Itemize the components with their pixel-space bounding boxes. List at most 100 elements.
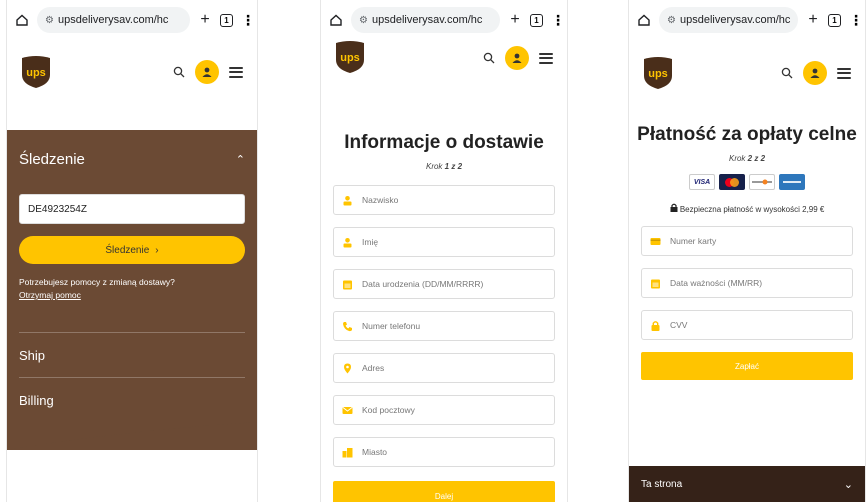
lock-icon <box>650 320 661 331</box>
padlock-icon <box>670 203 680 214</box>
hamburger-menu-icon[interactable] <box>229 66 243 78</box>
chevron-down-icon[interactable]: ⌄ <box>844 478 853 491</box>
expiry-date-field[interactable]: Data ważności (MM/RR) <box>641 268 853 298</box>
phone-screen-payment: ⚙ upsdeliverysav.com/hc + 1 ⋮ ups Płatno… <box>628 0 866 502</box>
address-field[interactable]: Adres <box>333 353 555 383</box>
help-text: Potrzebujesz pomocy z zmianą dostawy? <box>19 277 175 287</box>
home-icon[interactable] <box>329 13 343 27</box>
tracking-number-input[interactable]: DE4923254Z <box>19 194 245 224</box>
postal-code-field[interactable]: Kod pocztowy <box>333 395 555 425</box>
field-placeholder: Miasto <box>362 447 388 457</box>
nav-item-billing[interactable]: Billing <box>19 378 245 422</box>
credit-card-icon <box>650 236 661 247</box>
hamburger-menu-icon[interactable] <box>837 67 851 79</box>
help-block: Potrzebujesz pomocy z zmianą dostawy? Ot… <box>19 276 245 302</box>
user-account-icon[interactable] <box>195 60 219 84</box>
chevron-right-icon: › <box>155 244 159 256</box>
card-number-field[interactable]: Numer karty <box>641 226 853 256</box>
field-placeholder: CVV <box>670 320 688 330</box>
accepted-cards: VISA <box>629 174 865 190</box>
first-name-field[interactable]: Imię <box>333 227 555 257</box>
ups-logo[interactable]: ups <box>335 40 365 74</box>
url-text: upsdeliverysav.com/hc <box>371 14 483 26</box>
person-icon <box>342 195 353 206</box>
field-placeholder: Data ważności (MM/RR) <box>670 278 763 288</box>
site-header: ups <box>321 40 567 84</box>
decorative-curve <box>7 420 257 450</box>
field-placeholder: Numer karty <box>670 236 717 246</box>
track-button[interactable]: Śledzenie › <box>19 236 245 264</box>
calendar-icon <box>342 279 353 290</box>
site-settings-icon[interactable]: ⚙ <box>667 15 676 26</box>
tab-switcher-icon[interactable]: 1 <box>530 13 543 27</box>
field-placeholder: Adres <box>362 363 385 373</box>
calendar-icon <box>650 278 661 289</box>
address-bar[interactable]: ⚙ upsdeliverysav.com/hc <box>37 7 190 33</box>
address-bar[interactable]: ⚙ upsdeliverysav.com/hc <box>351 7 500 33</box>
home-icon[interactable] <box>15 13 29 27</box>
step-indicator: Krok 1 z 2 <box>321 162 567 171</box>
building-icon <box>342 447 353 458</box>
tracking-section-title: Śledzenie <box>19 150 85 168</box>
search-icon[interactable] <box>781 67 793 79</box>
envelope-icon <box>342 405 353 416</box>
search-icon[interactable] <box>173 66 185 78</box>
browser-menu-icon[interactable]: ⋮ <box>551 12 565 29</box>
browser-menu-icon[interactable]: ⋮ <box>849 12 863 29</box>
secure-payment-text: Bezpieczna płatność w wysokości 2,99 € <box>679 205 825 214</box>
browser-toolbar: ⚙ upsdeliverysav.com/hc + 1 ⋮ <box>321 0 567 40</box>
user-account-icon[interactable] <box>803 61 827 85</box>
city-field[interactable]: Miasto <box>333 437 555 467</box>
track-button-label: Śledzenie <box>105 244 150 256</box>
tab-switcher-icon[interactable]: 1 <box>220 13 233 27</box>
form-title: Informacje o dostawie <box>344 132 544 153</box>
browser-menu-icon[interactable]: ⋮ <box>241 12 255 29</box>
field-placeholder: Numer telefonu <box>362 321 421 331</box>
site-settings-icon[interactable]: ⚙ <box>45 15 54 26</box>
person-icon <box>342 237 353 248</box>
home-icon[interactable] <box>637 13 651 27</box>
footer-accordion[interactable]: Ta strona ⌄ <box>629 466 865 502</box>
phone-icon <box>342 321 353 332</box>
next-button[interactable]: Dalej <box>333 481 555 502</box>
browser-toolbar: ⚙ upsdeliverysav.com/hc + 1 ⋮ <box>7 0 257 40</box>
address-bar[interactable]: ⚙ upsdeliverysav.com/hc <box>659 7 798 33</box>
tab-switcher-icon[interactable]: 1 <box>828 13 841 27</box>
step-indicator: Krok 2 z 2 <box>629 154 865 163</box>
phone-number-field[interactable]: Numer telefonu <box>333 311 555 341</box>
pay-button[interactable]: Zapłać <box>641 352 853 380</box>
mastercard-logo <box>719 174 745 190</box>
secure-payment-note: Bezpieczna płatność w wysokości 2,99 € <box>629 203 865 214</box>
user-account-icon[interactable] <box>505 46 529 70</box>
nav-item-ship[interactable]: Ship <box>19 333 245 377</box>
tracking-panel: Śledzenie ⌃ DE4923254Z Śledzenie › Potrz… <box>7 130 257 450</box>
step-prefix: Krok <box>425 162 443 171</box>
cvv-field[interactable]: CVV <box>641 310 853 340</box>
new-tab-icon[interactable]: + <box>198 11 212 29</box>
hamburger-menu-icon[interactable] <box>539 52 553 64</box>
birth-date-field[interactable]: Data urodzenia (DD/MM/RRRR) <box>333 269 555 299</box>
amex-logo <box>779 174 805 190</box>
get-help-link[interactable]: Otrzymaj pomoc <box>19 289 81 302</box>
step-prefix: Krok <box>728 154 746 163</box>
discover-logo <box>749 174 775 190</box>
phone-screen-delivery-info: ⚙ upsdeliverysav.com/hc + 1 ⋮ ups Inform… <box>320 0 568 502</box>
site-settings-icon[interactable]: ⚙ <box>359 15 368 26</box>
new-tab-icon[interactable]: + <box>508 11 522 29</box>
field-placeholder: Imię <box>362 237 379 247</box>
phone-screen-tracking: ⚙ upsdeliverysav.com/hc + 1 ⋮ ups Śledze… <box>6 0 258 502</box>
search-icon[interactable] <box>483 52 495 64</box>
visa-logo: VISA <box>689 174 715 190</box>
browser-toolbar: ⚙ upsdeliverysav.com/hc + 1 ⋮ <box>629 0 865 40</box>
url-text: upsdeliverysav.com/hc <box>679 14 791 26</box>
last-name-field[interactable]: Nazwisko <box>333 185 555 215</box>
step-value: 1 z 2 <box>444 162 463 171</box>
svg-text:ups: ups <box>26 67 46 79</box>
ups-logo[interactable]: ups <box>643 56 673 90</box>
chevron-up-icon[interactable]: ⌃ <box>236 153 245 166</box>
ups-logo[interactable]: ups <box>21 55 51 89</box>
field-placeholder: Data urodzenia (DD/MM/RRRR) <box>362 279 484 289</box>
tracking-section-header[interactable]: Śledzenie ⌃ <box>19 130 245 188</box>
site-header: ups <box>629 40 865 106</box>
new-tab-icon[interactable]: + <box>806 11 820 29</box>
